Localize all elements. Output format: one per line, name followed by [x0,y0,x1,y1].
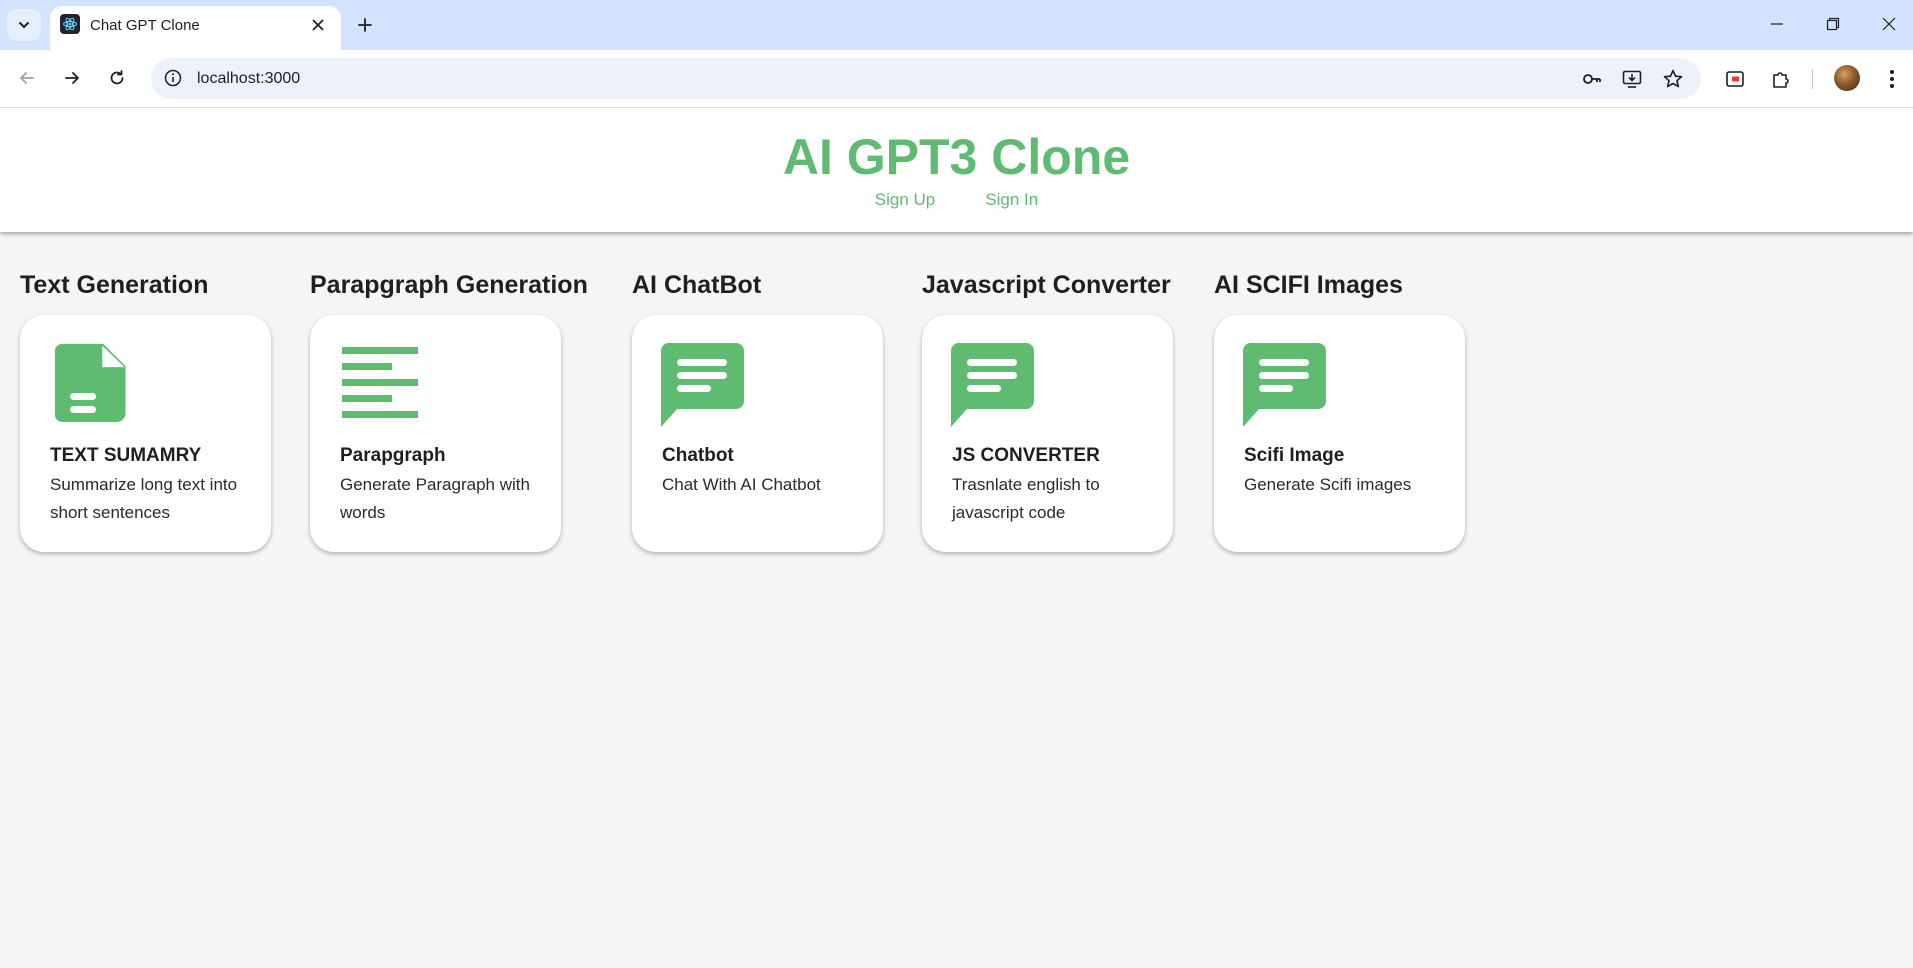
back-button[interactable] [10,61,44,95]
profile-avatar[interactable] [1834,65,1860,91]
screen-record-icon[interactable] [1721,65,1749,93]
password-key-icon[interactable] [1579,66,1605,92]
arrow-right-icon [65,72,79,84]
section-paragraph-generation: Parapgraph Generation Parapgraph Generat… [310,271,588,552]
feature-card[interactable]: JS CONVERTER Trasnlate english to javasc… [922,315,1173,552]
minimize-button[interactable] [1754,8,1800,40]
section-heading: Javascript Converter [922,271,1171,299]
browser-toolbar: localhost:3000 [0,50,1913,108]
extensions-puzzle-icon[interactable] [1767,65,1795,93]
tab-close-button[interactable] [306,13,330,37]
card-description: Trasnlate english to javascript code [952,475,1100,522]
site-info-icon[interactable] [163,68,183,88]
chat-bubble-icon [950,342,1034,427]
tab-search-button[interactable] [7,9,41,41]
chat-bubble-icon [660,342,744,427]
arrow-left-icon [20,72,34,84]
card-description: Chat With AI Chatbot [662,475,821,494]
sign-in-link[interactable]: Sign In [985,190,1038,210]
feature-card[interactable]: Chatbot Chat With AI Chatbot [632,315,883,552]
reload-icon [110,70,124,85]
align-left-icon [342,347,418,418]
page-content: AI GPT3 Clone Sign Up Sign In Text Gener… [0,108,1913,968]
section-heading: Parapgraph Generation [310,271,588,299]
bookmark-star-icon[interactable] [1660,66,1686,92]
card-description: Generate Scifi images [1244,475,1412,494]
plus-icon [358,18,372,32]
section-text-generation: Text Generation TEXT SUMAMRY Summarize l… [20,271,271,552]
react-logo-icon [60,14,80,34]
card-title: JS CONVERTER [952,445,1100,466]
browser-menu-icon[interactable] [1878,65,1906,93]
restore-icon [1826,17,1840,31]
feature-card[interactable]: Parapgraph Generate Paragraph with words [310,315,561,552]
restore-button[interactable] [1810,8,1856,40]
toolbar-divider [1812,69,1813,89]
forward-button[interactable] [55,61,89,95]
section-heading: AI SCIFI Images [1214,271,1403,299]
close-window-button[interactable] [1866,8,1912,40]
feature-card[interactable]: Scifi Image Generate Scifi images [1214,315,1465,552]
install-app-icon[interactable] [1619,66,1645,92]
chat-bubble-icon [1242,342,1326,427]
card-title: Chatbot [662,445,734,466]
site-title: AI GPT3 Clone [782,129,1131,185]
site-header: AI GPT3 Clone Sign Up Sign In [0,108,1913,232]
auth-links: Sign Up Sign In [0,190,1913,210]
reload-button[interactable] [100,61,134,95]
section-javascript-converter: Javascript Converter JS CONVERTER Trasnl… [922,271,1173,552]
section-heading: Text Generation [20,271,209,299]
minimize-icon [1771,23,1783,25]
address-bar[interactable]: localhost:3000 [151,58,1701,99]
tab-title: Chat GPT Clone [90,17,200,34]
document-icon [54,343,126,422]
chevron-down-icon [19,22,29,28]
close-icon [1882,17,1896,31]
section-ai-scifi-images: AI SCIFI Images Scifi Image Generate Sci… [1214,271,1465,552]
card-description: Generate Paragraph with words [340,475,530,522]
browser-tab-active[interactable]: Chat GPT Clone [50,6,341,50]
url-text[interactable]: localhost:3000 [197,70,300,88]
browser-tabstrip: Chat GPT Clone [0,0,1913,50]
feature-card[interactable]: TEXT SUMAMRY Summarize long text into sh… [20,315,271,552]
card-description: Summarize long text into short sentences [50,475,238,522]
new-tab-button[interactable] [352,12,378,38]
close-icon [312,19,324,31]
section-heading: AI ChatBot [632,271,762,299]
card-title: Scifi Image [1244,445,1345,466]
sign-up-link[interactable]: Sign Up [875,190,935,210]
card-title: Parapgraph [340,445,446,466]
card-title: TEXT SUMAMRY [50,445,202,466]
section-ai-chatbot: AI ChatBot Chatbot Chat With AI Chatbot [632,271,883,552]
